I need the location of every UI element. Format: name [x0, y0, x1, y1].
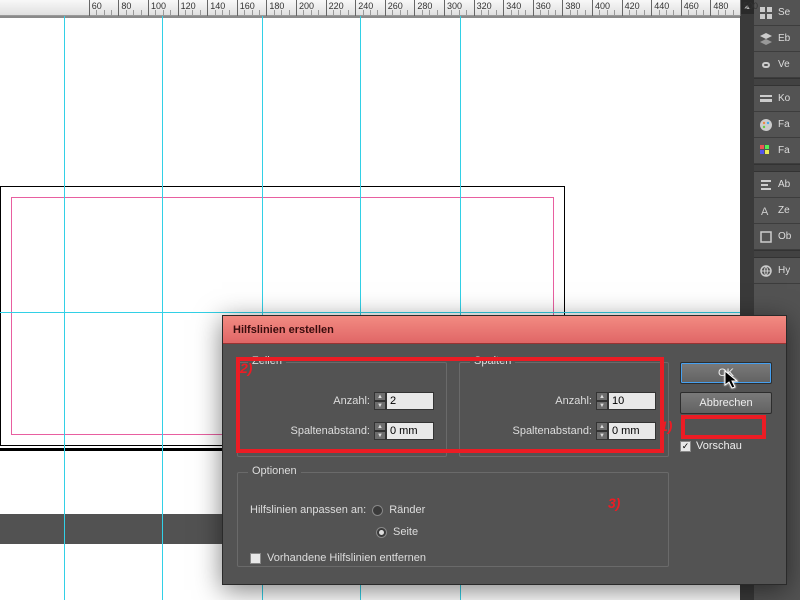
options-group: Optionen Hilfslinien anpassen an: Ränder… — [237, 472, 669, 567]
hyperlink-icon — [758, 263, 774, 279]
fit-page-radio[interactable] — [376, 527, 387, 538]
cols-gutter-input[interactable] — [608, 422, 656, 440]
rows-gutter-input[interactable] — [386, 422, 434, 440]
panel-item-label: Fa — [778, 145, 790, 156]
pasteboard-edge-top — [0, 16, 740, 18]
guide-vertical[interactable] — [162, 16, 163, 600]
panels-icon — [758, 5, 774, 21]
panel-item-label: Ko — [778, 93, 790, 104]
remove-existing-checkbox[interactable] — [250, 553, 261, 564]
swatches-icon — [758, 143, 774, 159]
create-guides-dialog: Hilfslinien erstellen Zeilen Anzahl: ▲▼ … — [222, 315, 787, 585]
panel-item-label: Ve — [778, 59, 790, 70]
cols-gutter-label: Spaltenabstand: — [512, 425, 592, 437]
panel-item-align[interactable]: Ab — [754, 172, 800, 198]
cols-count-label: Anzahl: — [555, 395, 592, 407]
palette-icon — [758, 117, 774, 133]
fit-page-label: Seite — [393, 526, 418, 538]
annotation-3: 3) — [608, 495, 620, 511]
panel-item-hyperlink[interactable]: Hy — [754, 258, 800, 284]
remove-existing-label: Vorhandene Hilfslinien entfernen — [267, 552, 426, 564]
preview-checkbox[interactable] — [680, 441, 691, 452]
panel-item-label: Ob — [778, 231, 791, 242]
panel-item-object[interactable]: Ob — [754, 224, 800, 250]
panel-item-label: Hy — [778, 265, 790, 276]
cols-count-stepper[interactable]: ▲▼ — [596, 392, 656, 410]
rows-gutter-stepper[interactable]: ▲▼ — [374, 422, 434, 440]
fit-margins-label: Ränder — [389, 504, 425, 516]
panel-item-swatches[interactable]: Fa — [754, 138, 800, 164]
preview-label: Vorschau — [696, 440, 742, 452]
ruler-horizontal: 6080100120140160180200220240260280300320… — [0, 0, 740, 16]
columns-group: Spalten Anzahl: ▲▼ Spaltenabstand: ▲▼ — [459, 362, 669, 457]
panel-item-link[interactable]: Ve — [754, 52, 800, 78]
cols-count-input[interactable] — [608, 392, 656, 410]
dialog-title: Hilfslinien erstellen — [233, 324, 334, 336]
rows-gutter-label: Spaltenabstand: — [290, 425, 370, 437]
step-down-icon[interactable]: ▼ — [596, 401, 608, 410]
panel-item-label: Fa — [778, 119, 790, 130]
panel-separator — [754, 164, 800, 172]
stroke-icon — [758, 91, 774, 107]
panel-item-layers[interactable]: Eb — [754, 26, 800, 52]
step-up-icon[interactable]: ▲ — [374, 422, 386, 431]
panel-item-char[interactable]: A Ze — [754, 198, 800, 224]
panel-separator — [754, 250, 800, 258]
cancel-label: Abbrechen — [699, 397, 752, 409]
rows-count-label: Anzahl: — [333, 395, 370, 407]
panel-item-label: Ab — [778, 179, 790, 190]
guide-vertical[interactable] — [64, 16, 65, 600]
annotation-2: 2) — [240, 360, 252, 376]
step-up-icon[interactable]: ▲ — [596, 422, 608, 431]
layers-icon — [758, 31, 774, 47]
rows-legend: Zeilen — [248, 355, 286, 367]
ok-label: OK — [718, 367, 734, 379]
panel-item-label: Se — [778, 7, 790, 18]
char-icon: A — [758, 203, 774, 219]
panel-item-label: Eb — [778, 33, 790, 44]
panel-item-palette[interactable]: Fa — [754, 112, 800, 138]
dialog-titlebar[interactable]: Hilfslinien erstellen — [223, 316, 786, 344]
rows-group: Zeilen Anzahl: ▲▼ Spaltenabstand: ▲▼ — [237, 362, 447, 457]
link-icon — [758, 57, 774, 73]
cols-legend: Spalten — [470, 355, 515, 367]
panel-separator — [754, 78, 800, 86]
step-up-icon[interactable]: ▲ — [596, 392, 608, 401]
cancel-button[interactable]: Abbrechen — [680, 392, 772, 414]
fit-label: Hilfslinien anpassen an: — [250, 504, 366, 516]
step-down-icon[interactable]: ▼ — [374, 401, 386, 410]
rows-count-input[interactable] — [386, 392, 434, 410]
step-up-icon[interactable]: ▲ — [374, 392, 386, 401]
annotation-1: 1) — [660, 418, 672, 434]
step-down-icon[interactable]: ▼ — [374, 431, 386, 440]
svg-text:A: A — [761, 206, 769, 218]
options-legend: Optionen — [248, 465, 301, 477]
panel-item-label: Ze — [778, 205, 790, 216]
ok-button[interactable]: OK — [680, 362, 772, 384]
step-down-icon[interactable]: ▼ — [596, 431, 608, 440]
panel-item-panels[interactable]: Se — [754, 0, 800, 26]
object-icon — [758, 229, 774, 245]
guide-horizontal[interactable] — [0, 312, 740, 313]
fit-margins-radio[interactable] — [372, 505, 383, 516]
panel-item-stroke[interactable]: Ko — [754, 86, 800, 112]
align-icon — [758, 177, 774, 193]
rows-count-stepper[interactable]: ▲▼ — [374, 392, 434, 410]
cols-gutter-stepper[interactable]: ▲▼ — [596, 422, 656, 440]
